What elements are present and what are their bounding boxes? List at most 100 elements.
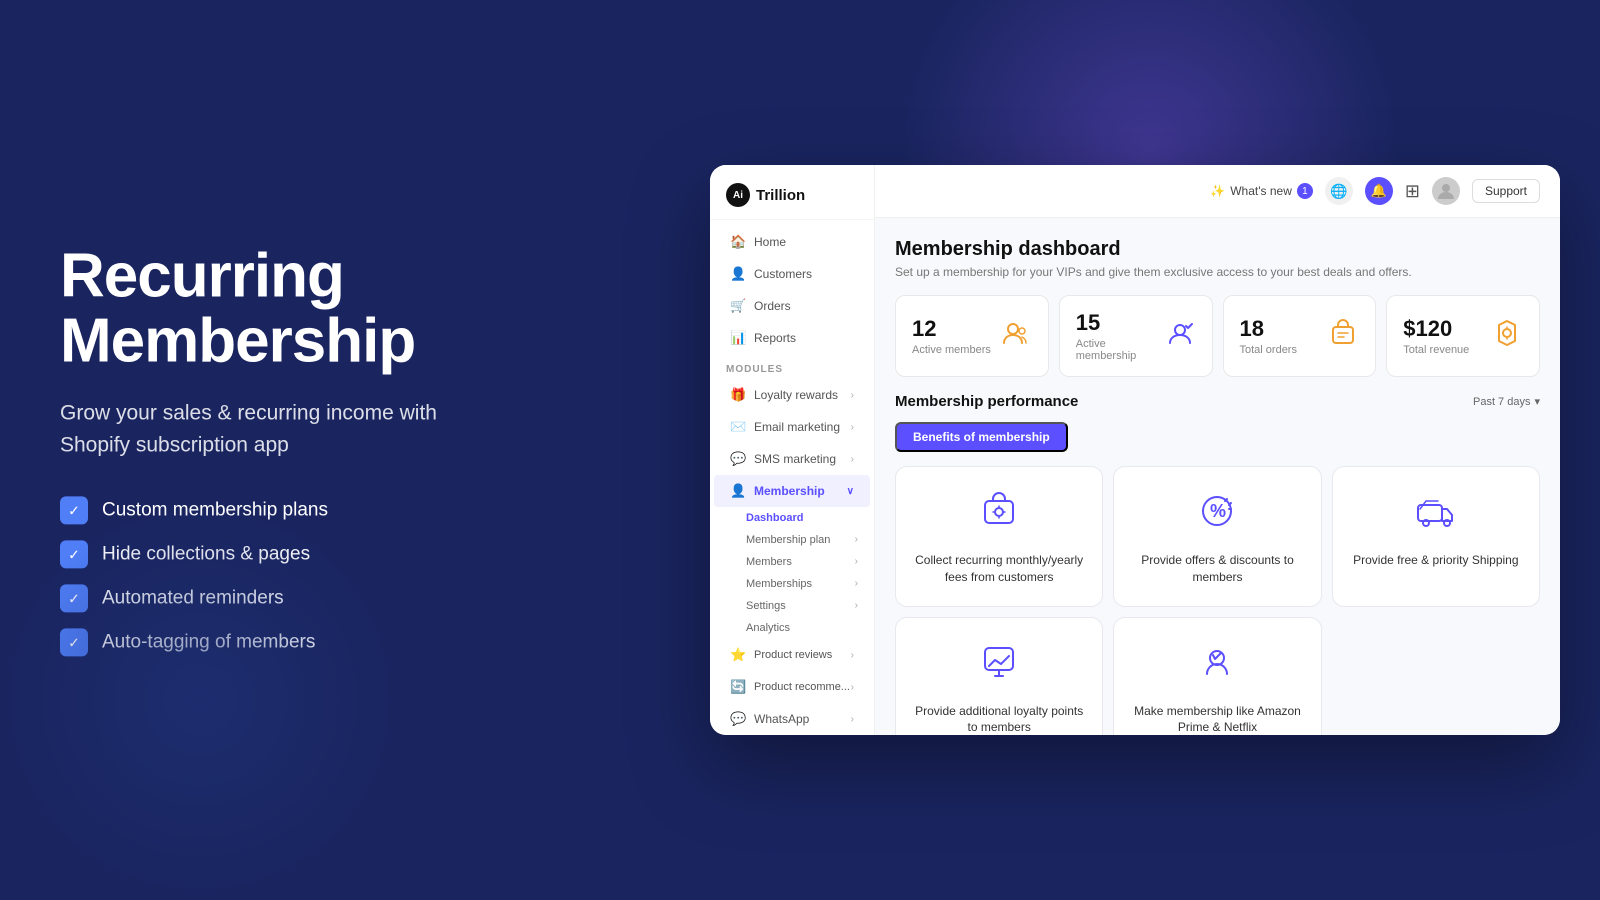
period-chevron-icon: ▾ xyxy=(1534,395,1540,408)
check-icon-2: ✓ xyxy=(60,541,88,569)
active-membership-label: Active membership xyxy=(1076,338,1164,362)
submenu-members[interactable]: Members › xyxy=(738,551,874,573)
sidebar-item-customers[interactable]: 👤 Customers xyxy=(714,258,870,290)
total-orders-label: Total orders xyxy=(1240,344,1297,356)
sidebar: Ai Trillion 🏠 Home 👤 Customers 🛒 Orders … xyxy=(710,165,875,735)
submenu-memberships[interactable]: Memberships › xyxy=(738,573,874,595)
total-revenue-icon xyxy=(1491,317,1523,356)
prime-icon xyxy=(1193,638,1241,693)
active-membership-number: 15 xyxy=(1076,310,1164,336)
membership-icon: 👤 xyxy=(730,483,746,499)
logo-icon: Ai xyxy=(726,183,750,207)
sms-icon: 💬 xyxy=(730,451,746,467)
sidebar-logo[interactable]: Ai Trillion xyxy=(710,165,874,220)
recommend-expand-icon: › xyxy=(851,682,854,693)
apps-grid-icon[interactable]: ⊞ xyxy=(1405,181,1420,202)
submenu-dashboard[interactable]: Dashboard xyxy=(738,507,874,529)
benefit-text-loyalty: Provide additional loyalty points to mem… xyxy=(912,703,1086,735)
stats-row: 12 Active members 15 xyxy=(895,295,1540,377)
sidebar-item-home[interactable]: 🏠 Home xyxy=(714,226,870,258)
stat-card-active-members: 12 Active members xyxy=(895,295,1049,377)
feature-list: ✓ Custom membership plans ✓ Hide collect… xyxy=(60,497,500,657)
benefit-text-prime: Make membership like Amazon Prime & Netf… xyxy=(1130,703,1304,735)
sidebar-item-whatsapp[interactable]: 💬 WhatsApp › xyxy=(714,703,870,735)
tab-benefits[interactable]: Benefits of membership xyxy=(895,422,1068,452)
active-members-number: 12 xyxy=(912,316,991,342)
benefits-grid: Collect recurring monthly/yearly fees fr… xyxy=(895,466,1540,735)
performance-section: Membership performance Past 7 days ▾ Ben… xyxy=(895,393,1540,735)
sms-expand-icon: › xyxy=(851,454,854,465)
check-icon-3: ✓ xyxy=(60,585,88,613)
main-content: ✨ What's new 1 🌐 🔔 ⊞ Support Membership … xyxy=(875,165,1560,735)
translate-icon-button[interactable]: 🌐 xyxy=(1325,177,1353,205)
benefit-text-shipping: Provide free & priority Shipping xyxy=(1353,552,1518,569)
whats-new-button[interactable]: ✨ What's new 1 xyxy=(1210,183,1313,199)
submenu-membership-plan[interactable]: Membership plan › xyxy=(738,529,874,551)
sidebar-item-reports[interactable]: 📊 Reports xyxy=(714,322,870,354)
modules-label: MODULES xyxy=(710,354,874,379)
topbar: ✨ What's new 1 🌐 🔔 ⊞ Support xyxy=(875,165,1560,218)
dashboard-subtitle: Set up a membership for your VIPs and gi… xyxy=(895,265,1540,279)
total-revenue-label: Total revenue xyxy=(1403,344,1469,356)
sidebar-item-loyalty[interactable]: 🎁 Loyalty rewards › xyxy=(714,379,870,411)
feature-item-1: ✓ Custom membership plans xyxy=(60,497,500,525)
dashboard-title: Membership dashboard xyxy=(895,238,1540,261)
total-orders-icon xyxy=(1327,317,1359,356)
whats-new-badge: 1 xyxy=(1297,183,1313,199)
active-members-label: Active members xyxy=(912,344,991,356)
sidebar-item-reviews[interactable]: ⭐ Product reviews › xyxy=(714,639,870,671)
dashboard-body: Membership dashboard Set up a membership… xyxy=(875,218,1560,735)
reports-icon: 📊 xyxy=(730,330,746,346)
submenu: Dashboard Membership plan › Members › Me… xyxy=(710,507,874,639)
svg-text:%: % xyxy=(1210,501,1226,521)
benefit-card-loyalty[interactable]: Provide additional loyalty points to mem… xyxy=(895,617,1103,735)
left-panel: Recurring Membership Grow your sales & r… xyxy=(60,243,500,656)
benefit-card-prime[interactable]: Make membership like Amazon Prime & Netf… xyxy=(1113,617,1321,735)
performance-header: Membership performance Past 7 days ▾ xyxy=(895,393,1540,410)
submenu-analytics[interactable]: Analytics xyxy=(738,617,874,639)
email-expand-icon: › xyxy=(851,422,854,433)
active-membership-icon xyxy=(1164,317,1196,356)
app-window: Ai Trillion 🏠 Home 👤 Customers 🛒 Orders … xyxy=(710,165,1560,735)
submenu-settings[interactable]: Settings › xyxy=(738,595,874,617)
hero-title: Recurring Membership xyxy=(60,243,500,373)
active-members-icon xyxy=(1000,317,1032,356)
stat-card-total-orders: 18 Total orders xyxy=(1223,295,1377,377)
sidebar-item-orders[interactable]: 🛒 Orders xyxy=(714,290,870,322)
user-avatar[interactable] xyxy=(1432,177,1460,205)
whatsapp-icon: 💬 xyxy=(730,711,746,727)
bell-icon-button[interactable]: 🔔 xyxy=(1365,177,1393,205)
logo-text: Trillion xyxy=(756,187,805,204)
feature-item-4: ✓ Auto-tagging of members xyxy=(60,629,500,657)
benefit-card-collect[interactable]: Collect recurring monthly/yearly fees fr… xyxy=(895,466,1103,607)
period-selector[interactable]: Past 7 days ▾ xyxy=(1473,395,1540,408)
whatsapp-expand-icon: › xyxy=(851,714,854,725)
sidebar-item-email[interactable]: ✉️ Email marketing › xyxy=(714,411,870,443)
membership-expand-icon: ∨ xyxy=(847,486,854,497)
benefit-card-shipping[interactable]: Provide free & priority Shipping xyxy=(1332,466,1540,607)
stat-card-active-membership: 15 Active membership xyxy=(1059,295,1213,377)
hero-subtitle: Grow your sales & recurring income with … xyxy=(60,398,500,461)
feature-item-3: ✓ Automated reminders xyxy=(60,585,500,613)
loyalty-points-icon xyxy=(975,638,1023,693)
sparkle-icon: ✨ xyxy=(1210,184,1225,198)
stat-card-total-revenue: $120 Total revenue xyxy=(1386,295,1540,377)
support-button[interactable]: Support xyxy=(1472,179,1540,203)
loyalty-icon: 🎁 xyxy=(730,387,746,403)
benefit-text-collect: Collect recurring monthly/yearly fees fr… xyxy=(912,552,1086,586)
benefit-text-discount: Provide offers & discounts to members xyxy=(1130,552,1304,586)
recommend-icon: 🔄 xyxy=(730,679,746,695)
collect-icon xyxy=(975,487,1023,542)
reviews-icon: ⭐ xyxy=(730,647,746,663)
performance-title: Membership performance xyxy=(895,393,1078,410)
benefit-card-discount[interactable]: % Provide offers & discounts to members xyxy=(1113,466,1321,607)
reviews-expand-icon: › xyxy=(851,650,854,661)
total-orders-number: 18 xyxy=(1240,316,1297,342)
sidebar-item-sms[interactable]: 💬 SMS marketing › xyxy=(714,443,870,475)
check-icon-4: ✓ xyxy=(60,629,88,657)
sidebar-item-membership[interactable]: 👤 Membership ∨ xyxy=(714,475,870,507)
sidebar-item-recommend[interactable]: 🔄 Product recomme... › xyxy=(714,671,870,703)
feature-item-2: ✓ Hide collections & pages xyxy=(60,541,500,569)
tab-bar: Benefits of membership xyxy=(895,422,1540,452)
discount-icon: % xyxy=(1193,487,1241,542)
